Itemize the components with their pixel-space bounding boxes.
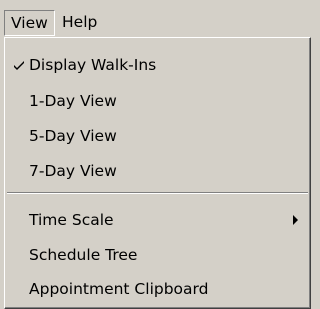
checkmark-icon [13, 49, 27, 81]
menu-view-label: View [11, 14, 48, 32]
menu-item-label: 1-Day View [29, 92, 117, 110]
menu-item-label: Display Walk-Ins [29, 56, 157, 74]
menu-item-label: Schedule Tree [29, 246, 138, 264]
menu-item-7-day-view[interactable]: 7-Day View [5, 155, 310, 187]
menu-item-time-scale[interactable]: Time Scale [5, 204, 310, 236]
menu-help[interactable]: Help [56, 10, 103, 36]
menu-item-1-day-view[interactable]: 1-Day View [5, 85, 310, 117]
menu-separator [7, 192, 308, 194]
menu-help-label: Help [62, 13, 98, 31]
menu-view[interactable]: View [4, 10, 55, 36]
submenu-arrow-icon [293, 215, 298, 225]
menu-bar: View Help [0, 0, 311, 40]
menu-item-5-day-view[interactable]: 5-Day View [5, 120, 310, 152]
menu-item-label: Appointment Clipboard [29, 280, 209, 298]
menu-item-appointment-clipboard[interactable]: Appointment Clipboard [5, 273, 310, 305]
menu-item-schedule-tree[interactable]: Schedule Tree [5, 239, 310, 271]
menu-item-label: 7-Day View [29, 162, 117, 180]
menu-item-label: Time Scale [29, 211, 114, 229]
view-menu-dropdown: Display Walk-Ins 1-Day View 5-Day View 7… [4, 37, 311, 309]
menu-item-label: 5-Day View [29, 127, 117, 145]
menu-item-display-walk-ins[interactable]: Display Walk-Ins [5, 49, 310, 81]
